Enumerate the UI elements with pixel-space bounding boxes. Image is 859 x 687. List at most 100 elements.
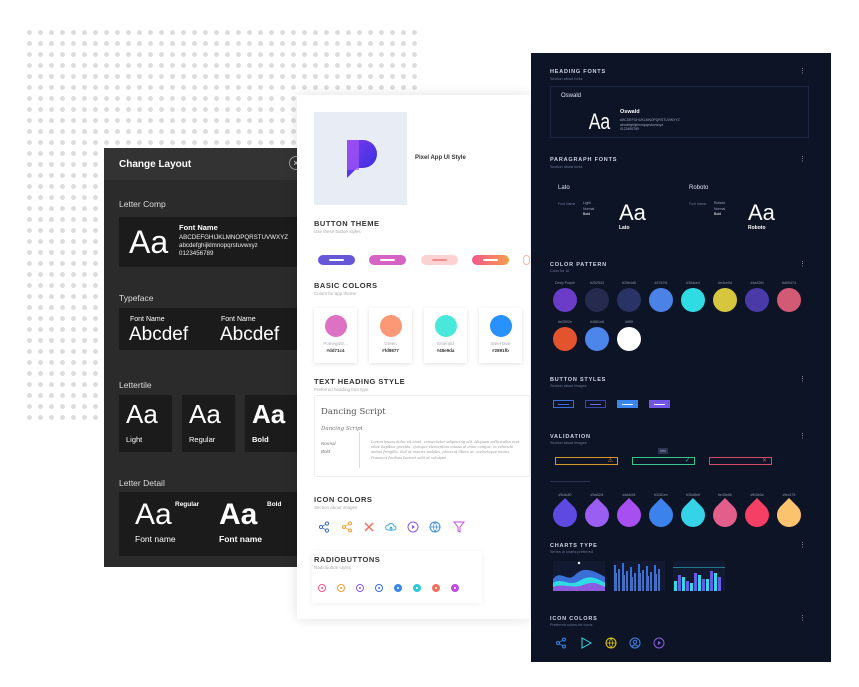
style-button-outline[interactable] [553,400,574,408]
more-icon[interactable]: ⋮ [799,614,806,622]
heading-paragraph: Lorem ipsum dolor sit amet, consectetur … [371,440,520,460]
color-card[interactable]: Green #fd9877 [369,308,412,363]
color-name: Pomegran... [323,341,348,346]
color-hex-label: #252543 [590,281,604,285]
user-icon[interactable] [629,637,641,649]
color-hex-label: #30dce4 [686,281,700,285]
color-circle[interactable] [617,288,641,312]
color-card[interactable]: Pomegran... #dd71c4 [314,308,357,363]
share-icon[interactable] [318,521,330,533]
color-circle[interactable] [617,327,641,351]
more-icon[interactable]: ⋮ [799,541,806,549]
color-drop[interactable] [740,498,774,532]
globe-icon[interactable] [605,637,617,649]
button-styles-title: BUTTON STYLES [550,377,607,383]
tools-icon[interactable] [363,521,375,533]
filter-icon[interactable] [453,521,465,533]
theme-button-blush[interactable] [421,255,458,265]
detail-label-regular: Font name [135,534,176,544]
color-drop[interactable] [676,498,710,532]
paragraph-fonts-title: PARAGRAPH FONTS [550,157,618,163]
radio-button[interactable] [432,584,440,592]
bar-chart-thumbnail [613,561,665,591]
color-circle[interactable] [681,288,705,312]
font-lato-label: Font Name [558,202,576,206]
color-card[interactable]: Steel blue #2891fb [479,308,522,363]
theme-button-pink[interactable] [369,255,406,265]
more-icon[interactable]: ⋮ [799,155,806,163]
validation-subtitle: Section about images [550,441,587,445]
color-hex-label: #25b4d6 [622,281,636,285]
radio-button[interactable] [318,584,326,592]
lettertile-title: Lettertile [119,380,152,390]
lettertile-regular[interactable]: Aa Regular [182,395,235,452]
radio-button[interactable] [356,584,364,592]
color-card[interactable]: Emerald #48e9da [424,308,467,363]
charts-type-subtitle: Series of charts preferred [550,550,593,554]
heading-font-box: Oswald Aa Oswald ABCDEFGHIJKLMNOPQRSTUVW… [550,86,809,138]
icon-colors-dark-subtitle: Preferred colors for icons [550,623,593,627]
lettertile-light[interactable]: Aa Light [119,395,172,452]
theme-button-gradient[interactable] [472,255,509,265]
color-drop[interactable] [644,498,678,532]
style-button-purple[interactable] [649,400,670,408]
lettertile-label: Bold [252,435,269,444]
color-circle[interactable] [585,288,609,312]
color-hex-label: #ffffff [625,320,633,324]
color-drop[interactable] [580,498,614,532]
globe-icon[interactable] [429,521,441,533]
color-pattern-subtitle: Color for UI [550,269,570,273]
more-icon[interactable]: ⋮ [799,432,806,440]
radio-button[interactable] [337,584,345,592]
share-arrows-icon[interactable] [341,521,353,533]
play-icon[interactable] [407,521,419,533]
dark-style-panel: HEADING FONTS Section about fonts ⋮ Oswa… [531,53,831,662]
cloud-upload-icon[interactable] [385,521,397,533]
radio-button[interactable] [394,584,402,592]
radio-button[interactable] [451,584,459,592]
theme-button-outline[interactable] [523,255,530,265]
color-drop[interactable] [612,498,646,532]
lowercase-sample: abcdefghijklmnopqrstuvwxyz [179,242,258,249]
color-hex-label: #d05474 [782,281,796,285]
color-name: Emerald [437,341,454,346]
more-icon[interactable]: ⋮ [799,260,806,268]
lettertile-glyph: Aa [252,399,286,429]
color-circle[interactable] [585,327,609,351]
heading-font-name: Oswald [561,93,582,99]
color-circle[interactable] [745,288,769,312]
color-drop[interactable] [708,498,742,532]
color-circle[interactable] [713,288,737,312]
typeface-sample-2: Abcdef [220,324,280,345]
color-circle[interactable] [649,288,673,312]
color-drop[interactable] [548,498,582,532]
lettertile-bold[interactable]: Aa Bold [245,395,299,452]
color-circle[interactable] [553,327,577,351]
color-drop[interactable] [772,498,806,532]
charts-type-title: CHARTS TYPE [550,543,598,549]
icon-colors-subtitle: Section about images [314,505,358,510]
theme-button-purple[interactable] [318,255,355,265]
detail-glyph-bold: Aa [219,498,258,531]
more-icon[interactable]: ⋮ [799,67,806,75]
color-pattern-title: COLOR PATTERN [550,262,607,268]
text-heading-subtitle: Preferred heading font type [314,387,369,392]
validation-success-field[interactable]: ✓ [632,457,695,465]
lettertile-label: Light [126,435,143,444]
play-triangle-icon[interactable] [580,637,592,649]
letter-comp-font-label: Font Name [179,223,218,232]
letter-detail-box: Aa Regular Font name Aa Bold Font name [119,492,299,556]
radio-button[interactable] [413,584,421,592]
more-icon[interactable]: ⋮ [799,375,806,383]
play-circle-icon[interactable] [653,637,665,649]
color-circle[interactable] [777,288,801,312]
share-icon[interactable] [555,637,567,649]
validation-warning-field[interactable]: ⚠ [555,457,618,465]
divider [550,481,590,482]
style-button-outline-dark[interactable] [585,400,606,408]
color-hex-label: #4787f4 [654,281,668,285]
color-circle[interactable] [553,288,577,312]
validation-error-field[interactable]: ✕ [709,457,772,465]
radio-button[interactable] [375,584,383,592]
style-button-blue[interactable] [617,400,638,408]
